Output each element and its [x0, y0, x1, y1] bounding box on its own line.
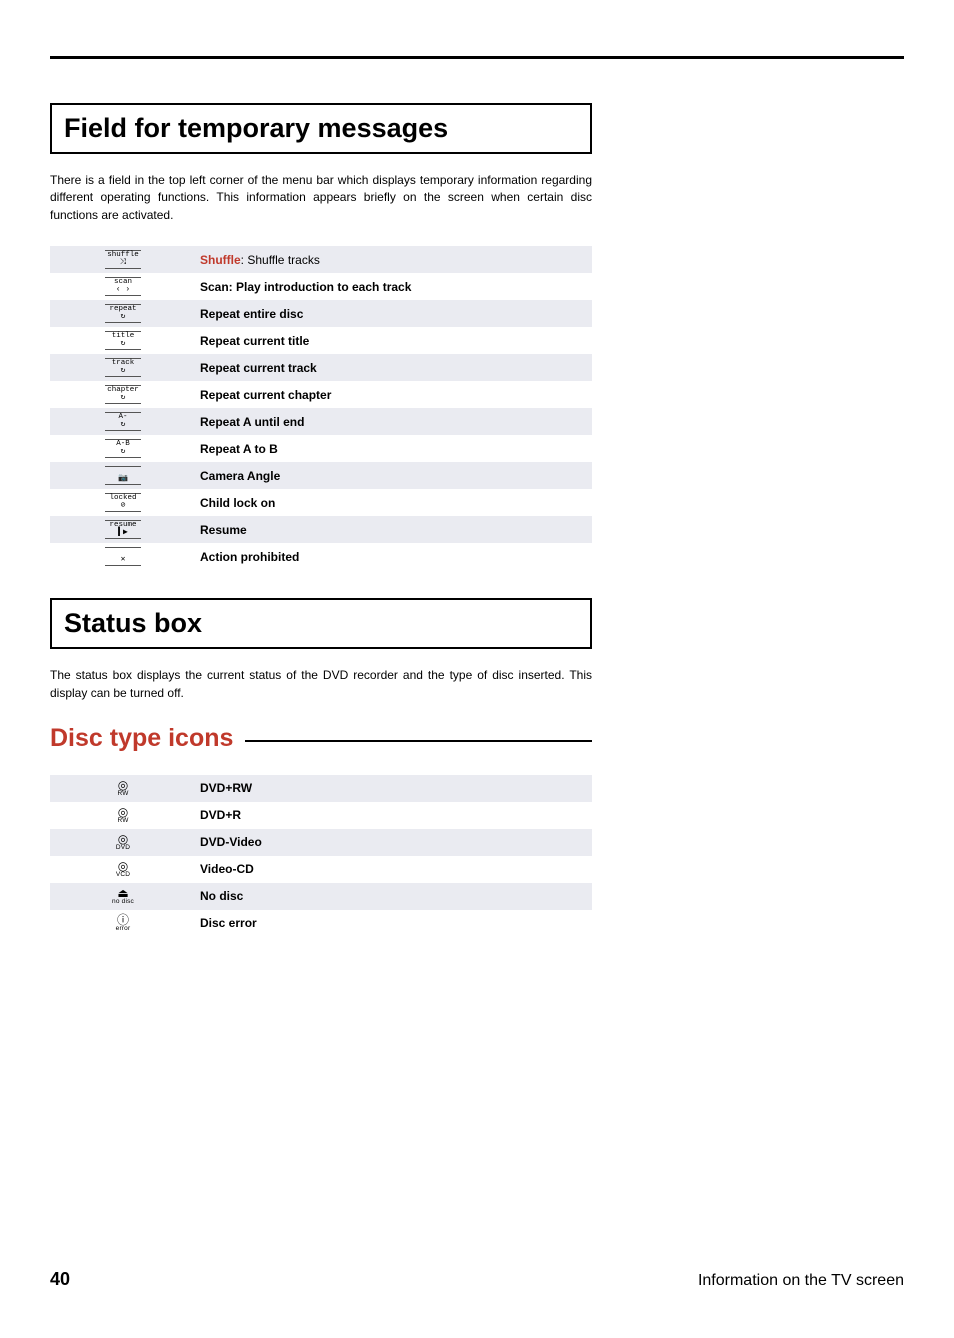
disc-type-text: Disc error	[196, 910, 592, 937]
table-row: locked⊘Child lock on	[50, 489, 592, 516]
section-intro: The status box displays the current stat…	[50, 667, 592, 702]
table-row: shuffle⤨Shuffle: Shuffle tracks	[50, 246, 592, 273]
table-row: ◎RWDVD+RW	[50, 775, 592, 802]
disc-type-icon: ◎DVD	[50, 829, 196, 856]
disc-type-text: No disc	[196, 883, 592, 910]
message-icon: shuffle⤨	[50, 246, 196, 273]
message-icon: chapter↻	[50, 381, 196, 408]
message-text: Repeat current title	[196, 327, 592, 354]
section-title: Status box	[64, 608, 578, 639]
message-icon: resume▍▶	[50, 516, 196, 543]
table-row: ◎VCDVideo-CD	[50, 856, 592, 883]
disc-type-icon: ◎RW	[50, 775, 196, 802]
table-row: repeat↻Repeat entire disc	[50, 300, 592, 327]
message-text: Repeat A until end	[196, 408, 592, 435]
message-icon: track↻	[50, 354, 196, 381]
disc-type-text: DVD+RW	[196, 775, 592, 802]
table-row: ⏏no discNo disc	[50, 883, 592, 910]
top-rule	[50, 56, 904, 59]
disc-type-icon: ⏏no disc	[50, 883, 196, 910]
section-temporary-messages-header: Field for temporary messages	[50, 103, 592, 154]
message-text: Shuffle: Shuffle tracks	[196, 246, 592, 273]
footer-label: Information on the TV screen	[698, 1272, 904, 1290]
message-text: Resume	[196, 516, 592, 543]
section-title: Disc type icons	[50, 724, 245, 753]
section-title: Field for temporary messages	[64, 113, 578, 144]
message-icon: scan‹ ›	[50, 273, 196, 300]
table-row: title↻Repeat current title	[50, 327, 592, 354]
section-intro: There is a field in the top left corner …	[50, 172, 592, 224]
table-row: ◎DVDDVD-Video	[50, 829, 592, 856]
message-text: Camera Angle	[196, 462, 592, 489]
message-text: Repeat current track	[196, 354, 592, 381]
disc-type-icon: ◎VCD	[50, 856, 196, 883]
disc-type-text: DVD-Video	[196, 829, 592, 856]
section-disc-type-icons-header: Disc type icons	[50, 724, 592, 753]
heading-rule	[245, 740, 592, 742]
message-text: Action prohibited	[196, 543, 592, 570]
table-row: ✕Action prohibited	[50, 543, 592, 570]
disc-type-text: DVD+R	[196, 802, 592, 829]
message-icon: locked⊘	[50, 489, 196, 516]
table-row: 📷Camera Angle	[50, 462, 592, 489]
table-row: A-↻Repeat A until end	[50, 408, 592, 435]
message-icon: A-B↻	[50, 435, 196, 462]
messages-table: shuffle⤨Shuffle: Shuffle tracksscan‹ ›Sc…	[50, 246, 592, 570]
disc-type-text: Video-CD	[196, 856, 592, 883]
message-icon: ✕	[50, 543, 196, 570]
table-row: chapter↻Repeat current chapter	[50, 381, 592, 408]
page-footer: 40 Information on the TV screen	[50, 1269, 904, 1290]
disc-types-table: ◎RWDVD+RW◎RWDVD+R◎DVDDVD-Video◎VCDVideo-…	[50, 775, 592, 937]
table-row: resume▍▶Resume	[50, 516, 592, 543]
message-icon: A-↻	[50, 408, 196, 435]
table-row: scan‹ ›Scan: Play introduction to each t…	[50, 273, 592, 300]
section-status-box-header: Status box	[50, 598, 592, 649]
message-text: Child lock on	[196, 489, 592, 516]
table-row: A-B↻Repeat A to B	[50, 435, 592, 462]
disc-type-icon: ◎RW	[50, 802, 196, 829]
table-row: track↻Repeat current track	[50, 354, 592, 381]
page-number: 40	[50, 1269, 70, 1290]
table-row: ◎RWDVD+R	[50, 802, 592, 829]
message-icon: 📷	[50, 462, 196, 489]
message-text: Repeat current chapter	[196, 381, 592, 408]
message-text: Repeat entire disc	[196, 300, 592, 327]
table-row: ⓘerrorDisc error	[50, 910, 592, 937]
disc-type-icon: ⓘerror	[50, 910, 196, 937]
message-icon: repeat↻	[50, 300, 196, 327]
message-icon: title↻	[50, 327, 196, 354]
message-text: Repeat A to B	[196, 435, 592, 462]
message-text: Scan: Play introduction to each track	[196, 273, 592, 300]
